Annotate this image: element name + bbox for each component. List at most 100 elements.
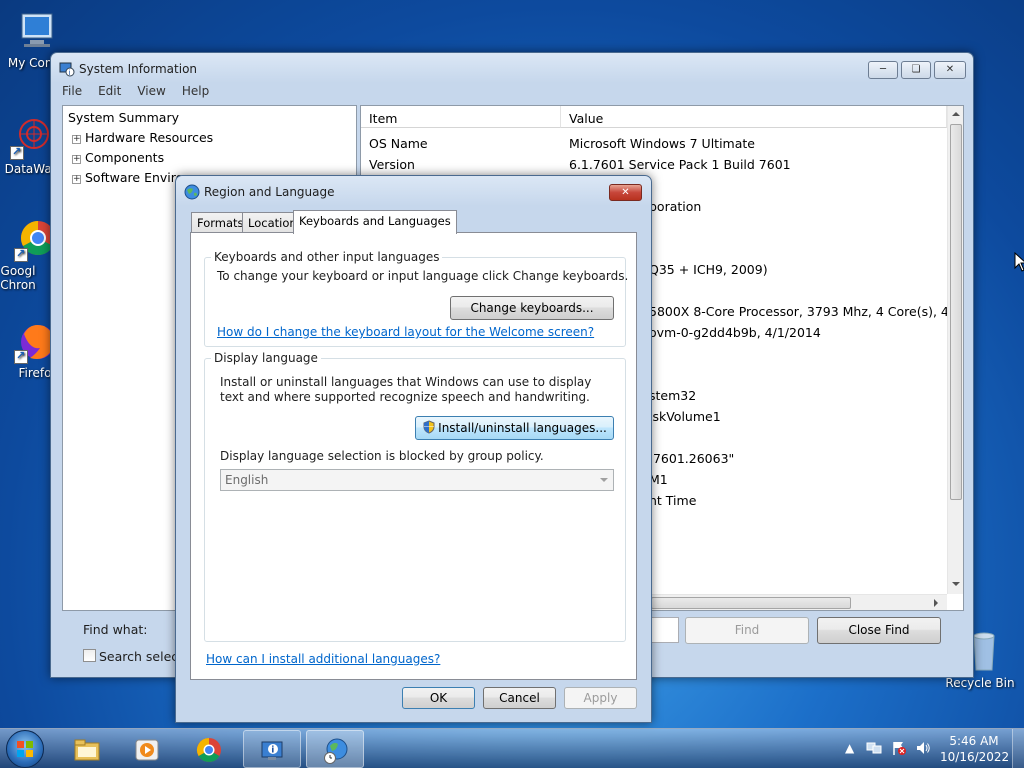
menu-edit[interactable]: Edit	[95, 82, 124, 100]
window-title: System Information	[79, 62, 198, 76]
restore-icon: ❏	[911, 64, 921, 75]
windows-logo-icon	[17, 741, 33, 757]
close-find-button[interactable]: Close Find	[817, 617, 941, 644]
tab-formats[interactable]: Formats	[191, 212, 250, 232]
dialog-title: Region and Language	[204, 185, 335, 199]
expand-icon[interactable]: +	[72, 175, 81, 184]
scroll-thumb[interactable]	[950, 124, 962, 500]
svg-text:i: i	[69, 69, 71, 77]
list-value-partial: 5800X 8-Core Processor, 3793 Mhz, 4 Core…	[649, 304, 964, 319]
scroll-up-arrow-icon[interactable]	[952, 112, 960, 116]
apply-button[interactable]: Apply	[564, 687, 637, 709]
column-header-item[interactable]: Item	[361, 106, 561, 128]
scroll-right-arrow-icon[interactable]	[934, 599, 938, 607]
computer-icon	[14, 10, 58, 54]
expand-icon[interactable]: +	[72, 135, 81, 144]
system-information-icon: i	[261, 741, 283, 760]
install-uninstall-languages-button[interactable]: Install/uninstall languages...	[415, 416, 614, 440]
list-value-partial: Q35 + ICH9, 2009)	[649, 262, 768, 277]
vertical-scrollbar[interactable]	[947, 106, 963, 594]
list-value-partial: ht Time	[649, 493, 697, 508]
close-icon: ✕	[621, 187, 630, 198]
display-language-select: English	[220, 469, 614, 491]
menu-help[interactable]: Help	[179, 82, 212, 100]
sysinfo-titlebar[interactable]: i System Information ─ ❏ ✕	[51, 53, 973, 81]
tab-keyboards-and-languages[interactable]: Keyboards and Languages	[293, 210, 457, 234]
maximize-button[interactable]: ❏	[901, 61, 931, 79]
globe-clock-icon	[324, 738, 348, 764]
tree-item-components[interactable]: + Components	[72, 150, 164, 165]
chevron-down-icon	[600, 478, 608, 482]
group-legend: Display language	[211, 351, 321, 365]
datawag-icon	[10, 116, 54, 160]
network-icon[interactable]	[866, 740, 882, 759]
expand-icon[interactable]: +	[72, 155, 81, 164]
folder-icon	[74, 739, 100, 761]
desktop-icon-label: Googl Chron	[0, 264, 36, 292]
dialog-titlebar[interactable]: Region and Language ✕	[176, 176, 651, 204]
find-what-label: Find what:	[83, 622, 148, 637]
show-desktop-button[interactable]	[1012, 729, 1024, 768]
scroll-down-arrow-icon[interactable]	[952, 582, 960, 586]
media-player-icon	[135, 739, 159, 761]
system-information-icon: i	[59, 61, 75, 77]
action-center-flag-icon[interactable]	[891, 740, 907, 759]
taskbar-media-player[interactable]	[118, 730, 176, 768]
close-button[interactable]: ✕	[934, 61, 966, 79]
tree-item-software-environment[interactable]: + Software Enviro	[72, 170, 183, 185]
list-item[interactable]: Version 6.1.7601 Service Pack 1 Build 76…	[369, 157, 949, 172]
list-item[interactable]: OS Name Microsoft Windows 7 Ultimate	[369, 136, 949, 151]
display-language-description: Install or uninstall languages that Wind…	[220, 375, 592, 404]
group-policy-notice: Display language selection is blocked by…	[220, 449, 544, 463]
group-legend: Keyboards and other input languages	[211, 250, 443, 264]
change-keyboards-button[interactable]: Change keyboards...	[450, 296, 614, 320]
menu-view[interactable]: View	[134, 82, 168, 100]
uac-shield-icon	[422, 419, 436, 441]
menu-bar: File Edit View Help	[59, 82, 222, 102]
region-and-language-dialog[interactable]: Region and Language ✕ Formats Location K…	[175, 175, 652, 723]
chrome-icon	[196, 738, 221, 763]
close-icon: ✕	[945, 64, 955, 75]
desktop-icon-label: Recycle Bin	[945, 676, 1015, 690]
menu-file[interactable]: File	[59, 82, 85, 100]
shortcut-arrow-icon	[14, 349, 28, 364]
list-value-partial: iskVolume1	[649, 409, 721, 424]
tree-item-system-summary[interactable]: System Summary	[68, 110, 179, 125]
search-selected-label: Search select	[99, 649, 184, 664]
list-value-partial: ovm-0-g2dd4b9b, 4/1/2014	[649, 325, 821, 340]
minimize-button[interactable]: ─	[868, 61, 898, 79]
svg-text:i: i	[271, 746, 274, 756]
shortcut-arrow-icon	[10, 145, 24, 160]
column-header-value[interactable]: Value	[561, 106, 947, 128]
find-what-input[interactable]	[651, 617, 679, 643]
list-value-partial: .7601.26063"	[649, 451, 735, 466]
install-additional-languages-link[interactable]: How can I install additional languages?	[206, 652, 440, 666]
taskbar: i ▲ 5:46 AM 10/16/2022	[0, 728, 1024, 768]
shortcut-arrow-icon	[14, 247, 28, 262]
mouse-cursor-icon	[1014, 251, 1024, 275]
list-value-partial: stem32	[649, 388, 697, 403]
keyboards-description: To change your keyboard or input languag…	[217, 269, 629, 283]
clock[interactable]: 5:46 AM 10/16/2022	[940, 733, 1010, 765]
globe-icon	[184, 184, 200, 200]
taskbar-chrome[interactable]	[180, 730, 238, 768]
start-button[interactable]	[6, 730, 44, 768]
scroll-thumb[interactable]	[651, 597, 851, 609]
cancel-button[interactable]: Cancel	[483, 687, 556, 709]
welcome-screen-keyboard-link[interactable]: How do I change the keyboard layout for …	[217, 325, 594, 339]
clock-date: 10/16/2022	[940, 750, 1010, 764]
volume-icon[interactable]	[915, 740, 931, 759]
show-hidden-icons-button[interactable]: ▲	[845, 741, 854, 755]
ok-button[interactable]: OK	[402, 687, 475, 709]
minimize-icon: ─	[879, 64, 887, 75]
search-selected-checkbox[interactable]	[83, 649, 96, 662]
taskbar-region-and-language[interactable]	[306, 730, 364, 768]
clock-time: 5:46 AM	[949, 734, 999, 748]
dialog-close-button[interactable]: ✕	[609, 184, 642, 201]
keyboards-group: Keyboards and other input languages To c…	[204, 250, 629, 347]
find-button[interactable]: Find	[685, 617, 809, 644]
taskbar-system-information[interactable]: i	[243, 730, 301, 768]
display-language-group: Display language Install or uninstall la…	[204, 351, 626, 642]
tree-item-hardware-resources[interactable]: + Hardware Resources	[72, 130, 213, 145]
taskbar-explorer[interactable]	[58, 730, 116, 768]
